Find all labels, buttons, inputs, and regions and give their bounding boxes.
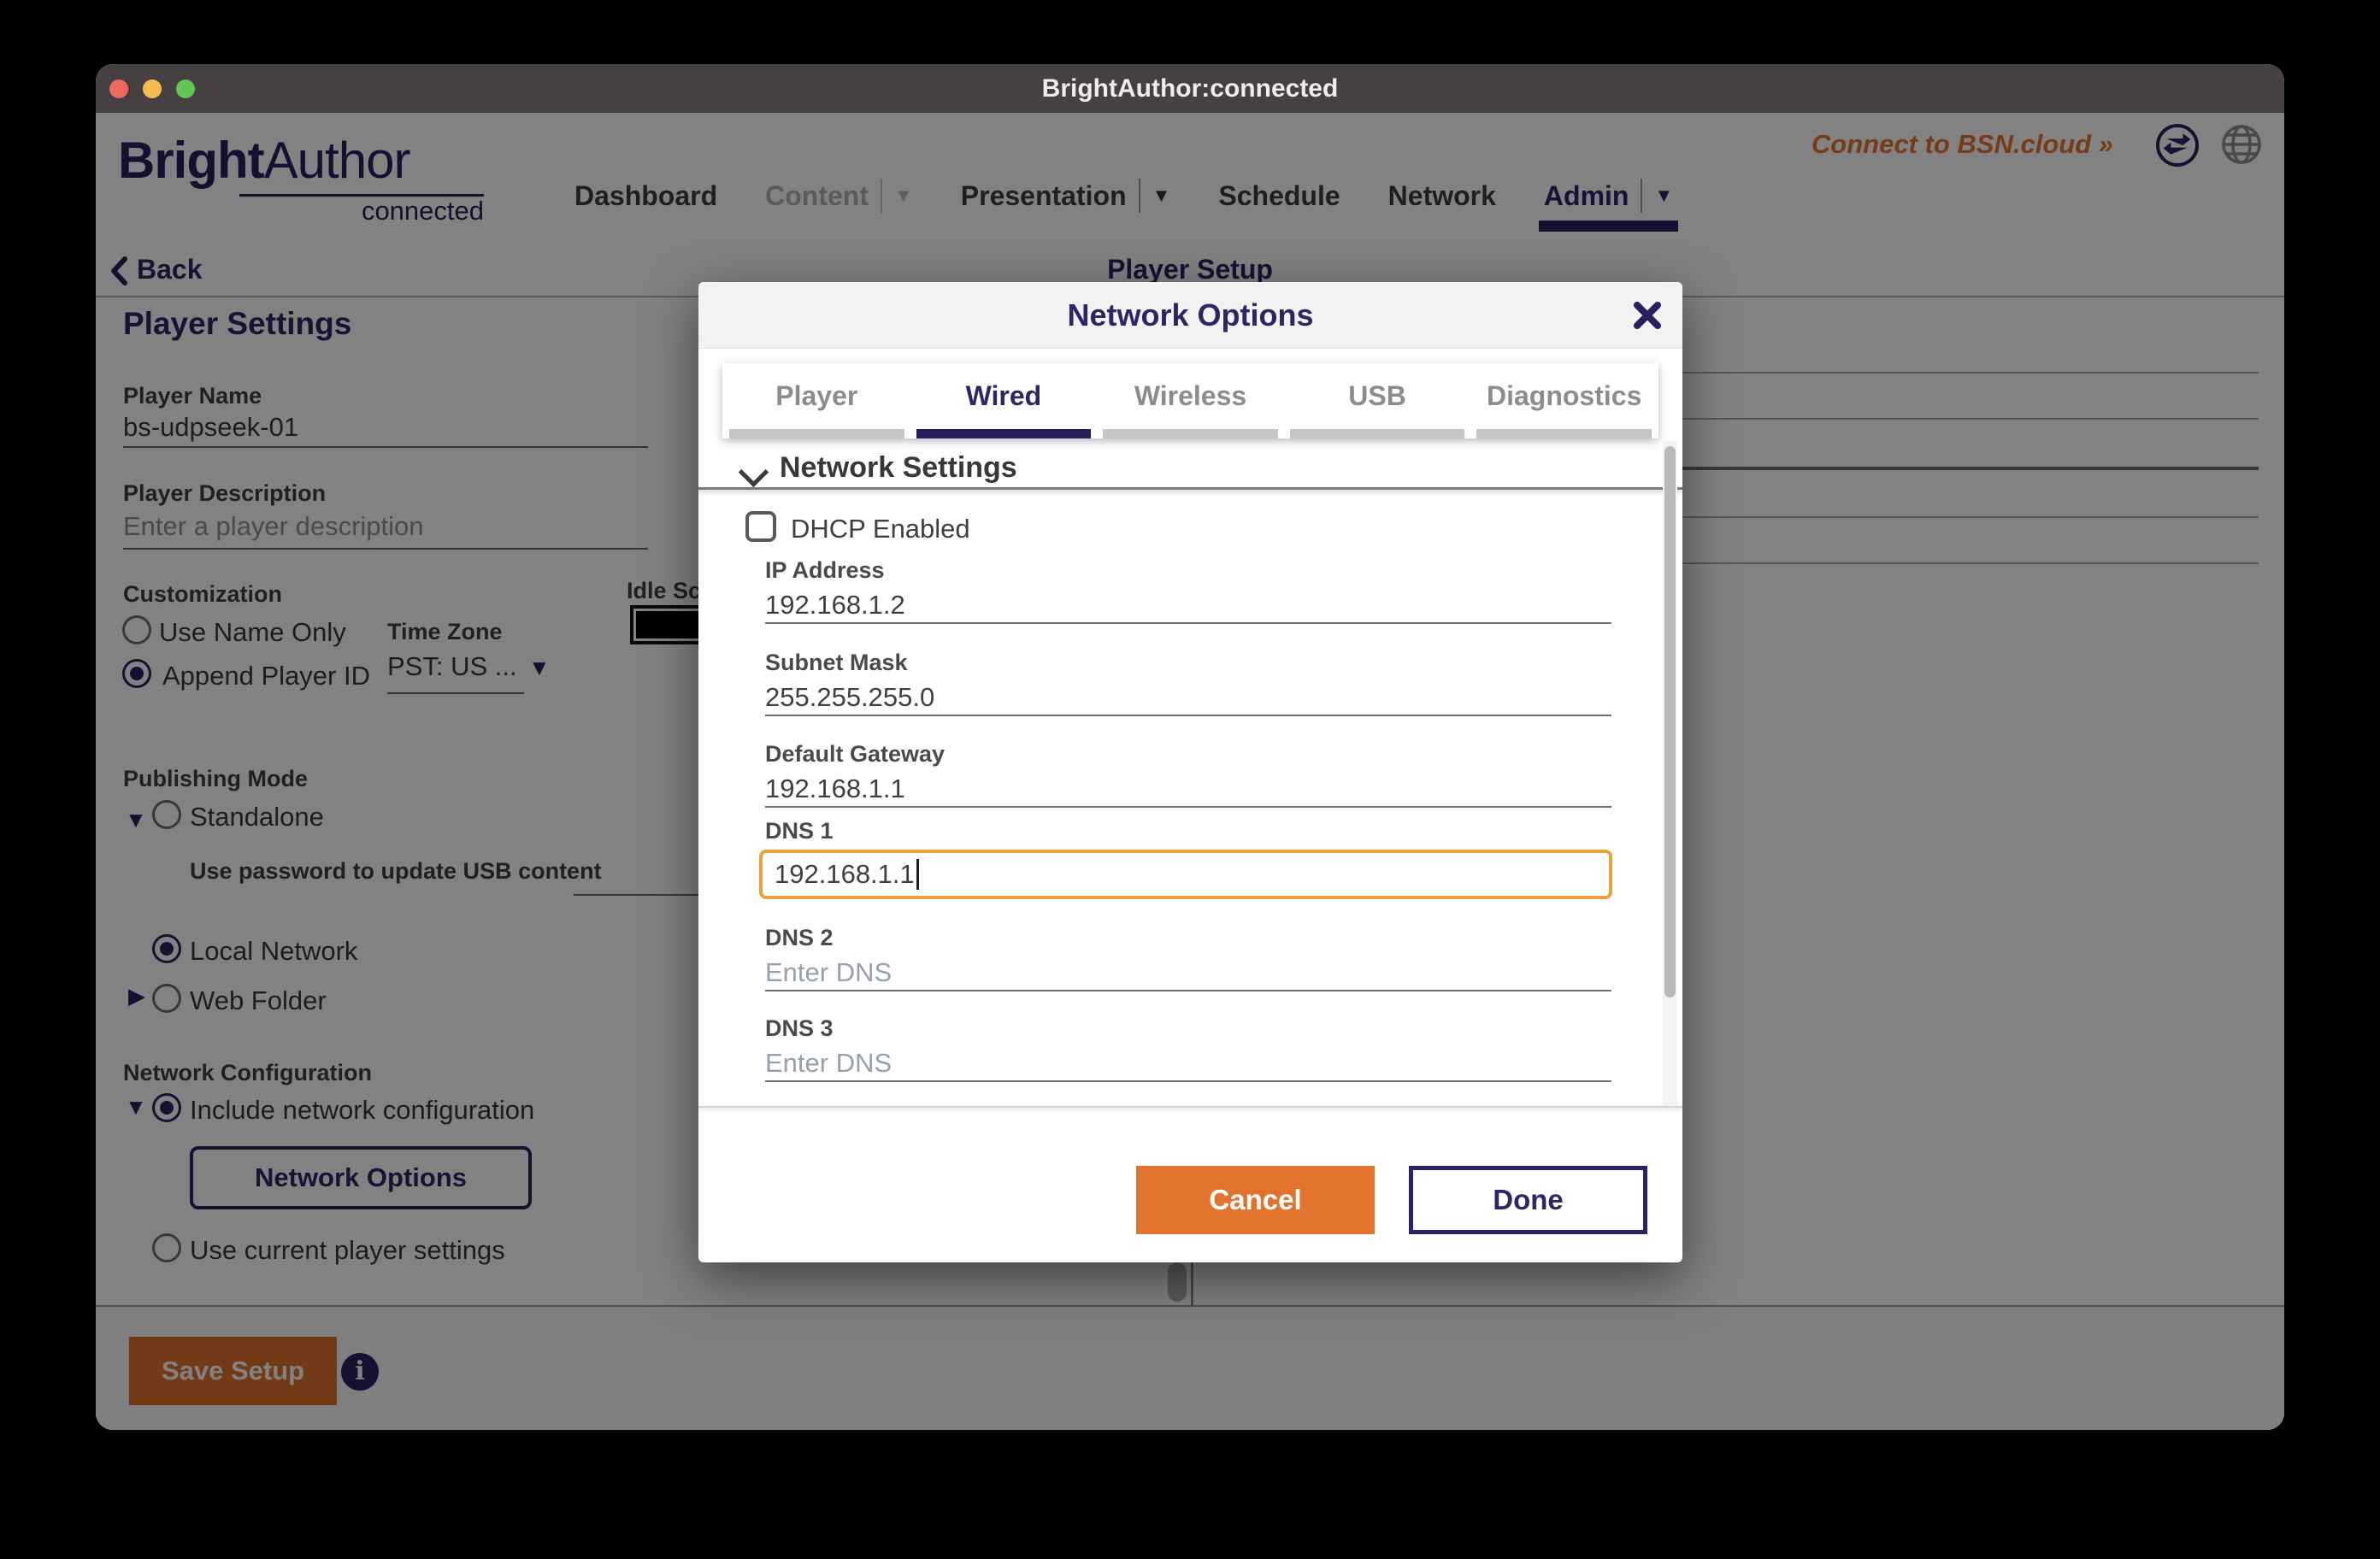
titlebar: BrightAuthor:connected: [96, 64, 2284, 113]
default-gateway-input[interactable]: 192.168.1.1: [765, 774, 905, 804]
divider: [698, 1106, 1682, 1108]
dns2-input[interactable]: Enter DNS: [765, 957, 892, 988]
section-collapse-chevron-icon[interactable]: [739, 457, 769, 487]
window-title: BrightAuthor:connected: [96, 64, 2284, 113]
divider: [698, 487, 1682, 490]
tab-player[interactable]: Player: [729, 363, 904, 438]
dns1-value: 192.168.1.1: [775, 859, 915, 890]
input-underline: [765, 990, 1611, 991]
modal-scrollbar-thumb[interactable]: [1664, 446, 1676, 997]
default-gateway-label: Default Gateway: [765, 741, 945, 768]
dns2-label: DNS 2: [765, 925, 834, 951]
modal-title: Network Options: [698, 282, 1682, 348]
ip-address-input[interactable]: 192.168.1.2: [765, 590, 905, 621]
input-underline: [765, 622, 1611, 624]
tab-wireless[interactable]: Wireless: [1103, 363, 1278, 438]
input-underline: [765, 715, 1611, 716]
cancel-button[interactable]: Cancel: [1136, 1166, 1375, 1234]
modal-header: Network Options: [698, 282, 1682, 349]
dhcp-checkbox[interactable]: [745, 511, 776, 542]
screen: BrightAuthor:connected BrightAuthor conn…: [0, 0, 2380, 1559]
input-underline: [765, 806, 1611, 808]
dns3-label: DNS 3: [765, 1015, 834, 1042]
subnet-mask-input[interactable]: 255.255.255.0: [765, 682, 934, 713]
dns1-label: DNS 1: [765, 818, 834, 844]
tab-usb[interactable]: USB: [1290, 363, 1465, 438]
dns1-input[interactable]: 192.168.1.1: [759, 850, 1612, 899]
text-cursor: [916, 859, 919, 890]
network-settings-section-header[interactable]: Network Settings: [780, 451, 1017, 485]
dns3-input[interactable]: Enter DNS: [765, 1048, 892, 1079]
ip-address-label: IP Address: [765, 557, 885, 584]
subnet-mask-label: Subnet Mask: [765, 650, 908, 676]
dhcp-label[interactable]: DHCP Enabled: [791, 514, 970, 544]
done-button[interactable]: Done: [1409, 1166, 1647, 1234]
modal-tab-bar: Player Wired Wireless USB Diagnostics: [722, 363, 1658, 438]
window-close-button[interactable]: [109, 79, 128, 98]
network-options-modal: Network Options Player Wired Wireless US…: [698, 282, 1682, 1262]
tab-diagnostics[interactable]: Diagnostics: [1476, 363, 1652, 438]
input-underline: [765, 1080, 1611, 1082]
window-minimize-button[interactable]: [143, 79, 162, 98]
close-icon[interactable]: [1633, 301, 1662, 330]
window-zoom-button[interactable]: [176, 79, 195, 98]
tab-wired[interactable]: Wired: [916, 363, 1092, 438]
